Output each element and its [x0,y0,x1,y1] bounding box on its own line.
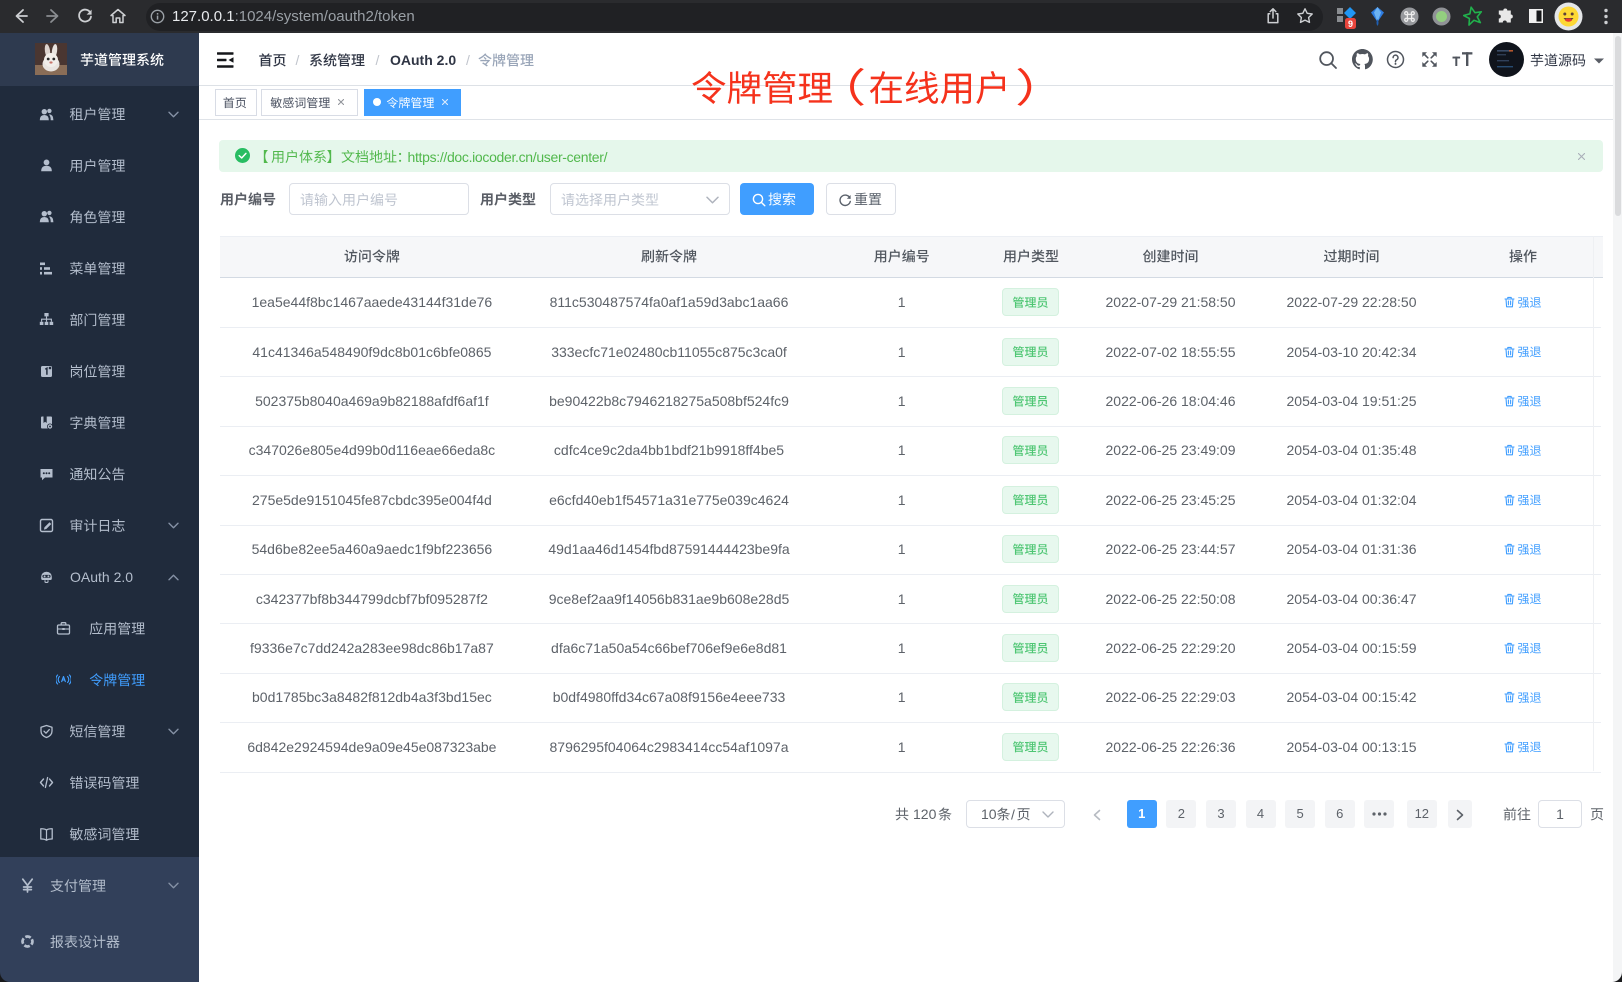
svg-text:9: 9 [1348,19,1353,29]
